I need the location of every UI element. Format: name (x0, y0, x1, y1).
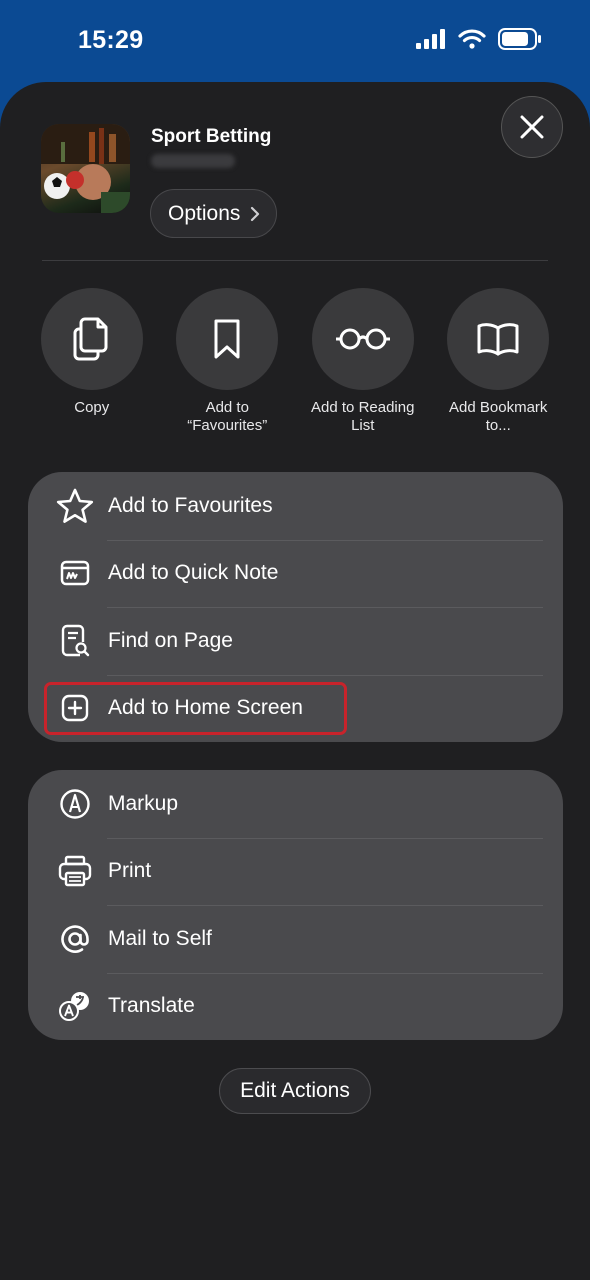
quick-action-label: Copy (74, 399, 110, 416)
bookmark-icon (214, 319, 240, 359)
at-icon (56, 920, 94, 958)
status-time: 15:29 (78, 26, 144, 54)
share-sheet: Sport Betting Options Copy Add to “Favou… (0, 82, 590, 1280)
close-icon (520, 115, 544, 139)
sport-image-icon (41, 124, 130, 213)
add-favourites-button[interactable] (176, 288, 279, 390)
translate-icon (56, 987, 94, 1025)
copy-icon (73, 317, 108, 361)
menu-item-translate[interactable]: Translate (28, 972, 563, 1041)
quick-action-label: Add Bookmark to... (449, 399, 548, 434)
menu-item-label: Find on Page (108, 628, 233, 652)
quick-note-icon (56, 554, 94, 592)
edit-actions-label: Edit Actions (240, 1079, 350, 1102)
menu-item-label: Translate (108, 994, 195, 1018)
quick-action-bookmark[interactable]: Add Bookmark to... (431, 288, 567, 435)
wifi-icon (458, 29, 486, 49)
menu-item-print[interactable]: Print (28, 837, 563, 906)
menu-item-label: Add to Favourites (108, 493, 273, 517)
header-divider (42, 260, 548, 261)
cellular-signal-icon (416, 29, 445, 49)
menu-item-find-on-page[interactable]: Find on Page (28, 607, 563, 675)
edit-actions-button[interactable]: Edit Actions (219, 1068, 371, 1114)
options-label: Options (168, 201, 241, 225)
site-thumbnail (41, 124, 130, 213)
menu-item-label: Print (108, 859, 152, 883)
menu-item-markup[interactable]: Markup (28, 770, 563, 838)
copy-button[interactable] (40, 288, 143, 390)
menu-item-add-to-quick-note[interactable]: Add to Quick Note (28, 539, 563, 608)
battery-icon (498, 28, 541, 50)
options-button[interactable]: Options (150, 189, 278, 238)
markup-icon (56, 785, 94, 823)
book-icon (477, 323, 519, 356)
menu-item-add-to-favourites[interactable]: Add to Favourites (28, 472, 563, 540)
actions-group-1: Add to Favourites Add to Quick Note Find… (28, 472, 563, 742)
quick-action-reading-list[interactable]: Add to Reading List (295, 288, 431, 435)
find-on-page-icon (56, 622, 94, 660)
menu-item-label: Markup (108, 791, 179, 815)
close-button[interactable] (501, 96, 563, 158)
highlight-box (44, 682, 347, 735)
glasses-icon (335, 328, 390, 350)
site-title: Sport Betting (151, 126, 272, 147)
star-icon (56, 487, 94, 525)
chevron-right-icon (251, 206, 260, 221)
menu-item-label: Add to Quick Note (108, 561, 279, 585)
add-bookmark-button[interactable] (447, 288, 550, 390)
quick-actions: Copy Add to “Favourites” Add to Reading … (24, 288, 566, 435)
status-icons (416, 28, 542, 50)
site-url-blurred (151, 154, 235, 168)
menu-item-mail-to-self[interactable]: Mail to Self (28, 905, 563, 973)
quick-action-copy[interactable]: Copy (24, 288, 160, 435)
quick-action-label: Add to “Favourites” (187, 399, 268, 434)
printer-icon (56, 852, 94, 890)
reading-list-button[interactable] (311, 288, 414, 390)
actions-group-2: Markup Print Mail to Self Translate (28, 770, 563, 1040)
status-bar: 15:29 (0, 0, 590, 82)
menu-item-label: Mail to Self (108, 926, 212, 950)
quick-action-label: Add to Reading List (311, 399, 415, 434)
quick-action-favourites[interactable]: Add to “Favourites” (160, 288, 296, 435)
